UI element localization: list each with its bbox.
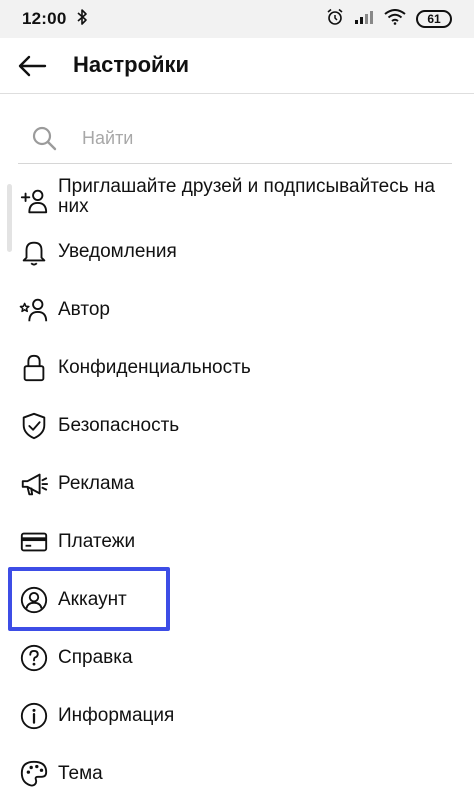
bluetooth-icon: [76, 8, 88, 31]
arrow-left-icon: [18, 55, 47, 77]
palette-icon: [18, 758, 50, 790]
menu-item-creator[interactable]: Автор: [0, 281, 474, 339]
card-icon: [18, 526, 50, 558]
bell-icon: [18, 236, 50, 268]
menu-item-label: Конфиденциальность: [58, 357, 251, 378]
page-title: Настройки: [73, 52, 190, 77]
menu-item-label: Информация: [58, 705, 175, 726]
menu-item-theme[interactable]: Тема: [0, 745, 474, 803]
app-bar: Настройки: [0, 38, 474, 94]
shield-check-icon: [18, 410, 50, 442]
menu-item-payments[interactable]: Платежи: [0, 513, 474, 571]
menu-item-label: Тема: [58, 763, 103, 784]
back-button[interactable]: [10, 44, 54, 88]
info-circle-icon: [18, 700, 50, 732]
menu-item-label: Платежи: [58, 531, 136, 552]
status-left: 12:00: [22, 8, 88, 31]
search-icon: [30, 124, 58, 152]
alarm-icon: [326, 8, 344, 31]
creator-icon: [18, 294, 50, 326]
menu-item-security[interactable]: Безопасность: [0, 397, 474, 455]
menu-item-label: Приглашайте друзей и подписывайтесь на н…: [58, 176, 435, 217]
lock-icon: [18, 352, 50, 384]
status-bar: 12:00 61: [0, 0, 474, 38]
wifi-icon: [384, 8, 406, 30]
menu-item-label: Справка: [58, 647, 133, 668]
status-right: 61: [326, 8, 452, 31]
add-friend-icon: [18, 185, 50, 217]
help-circle-icon: [18, 642, 50, 674]
menu-item-label: Реклама: [58, 473, 135, 494]
menu-item-notifications[interactable]: Уведомления: [0, 223, 474, 281]
menu-item-label: Автор: [58, 299, 110, 320]
megaphone-icon: [18, 468, 50, 500]
menu-item-label: Уведомления: [58, 241, 177, 262]
menu-item-help[interactable]: Справка: [0, 629, 474, 687]
menu-item-privacy[interactable]: Конфиденциальность: [0, 339, 474, 397]
status-time: 12:00: [22, 9, 67, 28]
menu-item-ads[interactable]: Реклама: [0, 455, 474, 513]
menu-item-about[interactable]: Информация: [0, 687, 474, 745]
signal-icon: [354, 9, 374, 30]
search-input[interactable]: [82, 122, 422, 154]
search-bar[interactable]: [18, 112, 452, 164]
highlight-box: [8, 567, 170, 631]
menu-item-label: Безопасность: [58, 415, 180, 436]
battery-indicator: 61: [416, 10, 452, 28]
